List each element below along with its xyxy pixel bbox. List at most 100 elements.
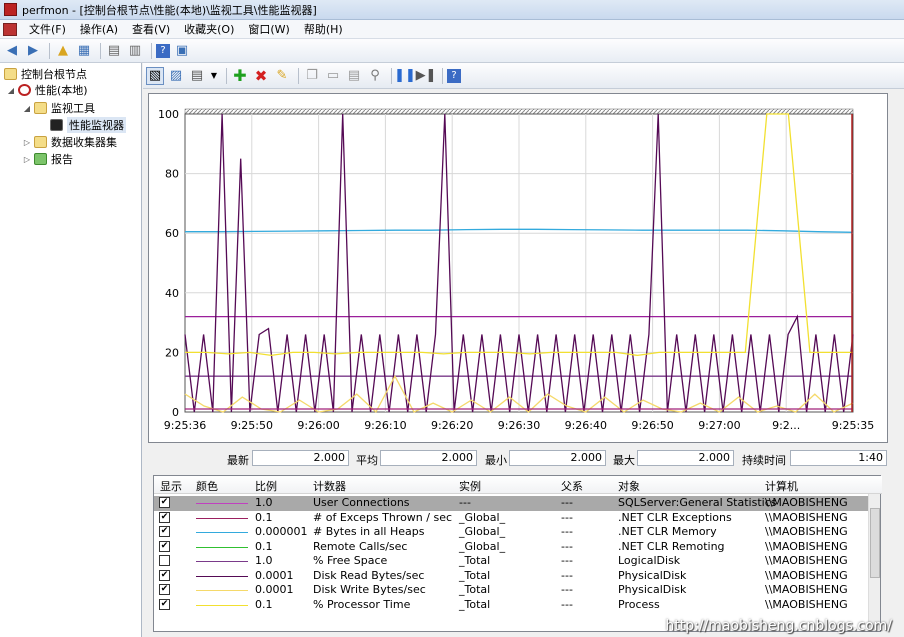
- tree-collector-sets-label: 数据收集器集: [51, 136, 117, 149]
- computer-cell: \\MAOBISHENG: [765, 597, 848, 611]
- object-cell: PhysicalDisk: [618, 568, 687, 582]
- parent-cell: ---: [561, 539, 573, 553]
- tree-perf-monitor[interactable]: 性能监视器: [50, 117, 126, 133]
- line-chart: 0 20 40 60 80 100 9:25:36 9:25:50 9:26:00 9:26:10…: [158, 108, 874, 432]
- col-counter[interactable]: 计数器: [313, 478, 346, 494]
- show-checkbox[interactable]: ✔: [159, 526, 170, 537]
- table-row[interactable]: 1.0 % Free Space _Total --- LogicalDisk \\MAO…: [154, 554, 869, 569]
- parent-cell: ---: [561, 496, 573, 509]
- export-list-icon[interactable]: ▥: [126, 42, 144, 60]
- show-hide-tree-icon[interactable]: ▦: [75, 42, 93, 60]
- update-data-icon[interactable]: ▶❚: [416, 67, 437, 85]
- view-log-data-icon[interactable]: ▨: [167, 67, 185, 85]
- forward-arrow-icon[interactable]: ▶: [24, 42, 42, 60]
- scroll-thumb[interactable]: [870, 508, 880, 578]
- scale-cell: 1.0: [255, 496, 273, 509]
- help-icon[interactable]: ?: [156, 43, 170, 58]
- tree-root[interactable]: 控制台根节点: [4, 66, 87, 82]
- show-checkbox[interactable]: ✔: [159, 584, 170, 595]
- add-counter-icon[interactable]: ✚: [231, 66, 249, 85]
- collapse-arrow-icon[interactable]: ◢: [22, 104, 32, 113]
- scale-cell: 0.1: [255, 539, 273, 553]
- delete-counter-icon[interactable]: ✖: [252, 67, 270, 85]
- freeze-display-icon[interactable]: ❚❚: [394, 67, 416, 85]
- expand-arrow-icon[interactable]: ▷: [22, 138, 32, 147]
- menu-action[interactable]: 操作(A): [73, 21, 125, 37]
- computer-cell: \\MAOBISHENG: [765, 583, 848, 596]
- computer-cell: \\MAOBISHENG: [765, 568, 848, 582]
- highlight-icon[interactable]: ✎: [273, 67, 291, 85]
- table-row[interactable]: ✔ 0.1 # of Exceps Thrown / sec _Global_ ---.…: [154, 511, 869, 526]
- watermark: http://maobisheng.cnblogs.com/: [665, 618, 892, 634]
- min-label: 最小: [485, 454, 507, 467]
- show-checkbox[interactable]: ✔: [159, 497, 170, 508]
- collapse-arrow-icon[interactable]: ◢: [6, 86, 16, 95]
- last-label: 最新: [227, 454, 249, 467]
- table-scrollbar[interactable]: [868, 494, 880, 631]
- table-row[interactable]: ✔ 0.1 Remote Calls/sec _Global_ --- .NET CLR …: [154, 540, 869, 555]
- properties-icon[interactable]: ▤: [105, 42, 123, 60]
- menu-favorites[interactable]: 收藏夹(O): [177, 21, 241, 37]
- col-instance[interactable]: 实例: [459, 478, 481, 494]
- scale-cell: 0.0001: [255, 568, 294, 582]
- toolbar-separator: [226, 67, 227, 84]
- show-checkbox[interactable]: ✔: [159, 598, 170, 610]
- col-color[interactable]: 颜色: [196, 478, 218, 494]
- object-cell: SQLServer:General Statistics: [618, 496, 777, 509]
- up-folder-icon[interactable]: ▲: [54, 42, 72, 60]
- instance-cell: _Global_: [459, 525, 506, 538]
- col-computer[interactable]: 计算机: [765, 478, 798, 494]
- max-label: 最大: [613, 454, 635, 467]
- table-row[interactable]: ✔ 0.0001 Disk Read Bytes/sec _Total --- Physi…: [154, 569, 869, 584]
- table-row[interactable]: ✔ 0.000001 # Bytes in all Heaps _Global_ ---…: [154, 525, 869, 540]
- duration-value: 1:40: [790, 450, 887, 466]
- copy-properties-icon[interactable]: ❐: [303, 67, 321, 85]
- counter-table: 显示 颜色 比例 计数器 实例 父系 对象 计算机 ✔ 1.0 User Conne…: [153, 475, 882, 632]
- show-checkbox[interactable]: [159, 555, 170, 566]
- menu-window[interactable]: 窗口(W): [241, 21, 296, 37]
- paste-counter-icon[interactable]: ▭: [324, 67, 342, 85]
- table-row[interactable]: ✔ 1.0 User Connections --- --- SQLServer:Gene…: [154, 496, 869, 511]
- menu-help[interactable]: 帮助(H): [297, 21, 350, 37]
- scale-cell: 0.000001: [255, 525, 308, 538]
- object-cell: .NET CLR Exceptions: [618, 510, 732, 524]
- x-tick-label: 9:25:35: [832, 419, 874, 432]
- counter-cell: Remote Calls/sec: [313, 539, 408, 553]
- menu-view[interactable]: 查看(V): [125, 21, 177, 37]
- folder-icon: [4, 68, 17, 80]
- x-tick-label: 9:27:00: [698, 419, 740, 432]
- view-icon[interactable]: ▣: [173, 42, 191, 60]
- zoom-icon[interactable]: ⚲: [366, 67, 384, 85]
- menu-file[interactable]: 文件(F): [22, 21, 73, 37]
- toolbar-separator: [442, 67, 443, 84]
- avg-label: 平均: [356, 454, 378, 467]
- back-arrow-icon[interactable]: ◀: [3, 42, 21, 60]
- properties-icon[interactable]: ▤: [345, 67, 363, 85]
- col-show[interactable]: 显示: [160, 478, 182, 494]
- console-icon[interactable]: [3, 22, 17, 36]
- expand-arrow-icon[interactable]: ▷: [22, 155, 32, 164]
- table-row[interactable]: ✔ 0.0001 Disk Write Bytes/sec _Total --- Phys…: [154, 583, 869, 598]
- x-tick-label: 9:26:30: [498, 419, 540, 432]
- tree-reports[interactable]: ▷ 报告: [22, 151, 73, 167]
- tree-collector-sets[interactable]: ▷ 数据收集器集: [22, 134, 117, 150]
- show-checkbox[interactable]: ✔: [159, 511, 170, 523]
- col-scale[interactable]: 比例: [255, 478, 277, 494]
- instance-cell: _Total: [459, 568, 491, 582]
- parent-cell: ---: [561, 568, 573, 582]
- col-object[interactable]: 对象: [618, 478, 640, 494]
- show-checkbox[interactable]: ✔: [159, 569, 170, 581]
- view-current-activity-icon[interactable]: ▧: [146, 66, 164, 85]
- color-swatch: [196, 517, 248, 519]
- change-graph-type-icon[interactable]: ▤: [188, 67, 206, 85]
- x-tick-label: 9:26:40: [565, 419, 607, 432]
- col-parent[interactable]: 父系: [561, 478, 583, 494]
- table-row[interactable]: ✔ 0.1 % Processor Time _Total --- Process \\MA…: [154, 598, 869, 613]
- help-icon[interactable]: ?: [447, 68, 461, 83]
- x-tick-label: 9:26:20: [431, 419, 473, 432]
- dropdown-arrow-icon[interactable]: ▼: [209, 67, 219, 85]
- show-checkbox[interactable]: ✔: [159, 540, 170, 552]
- tree-perf[interactable]: ◢ 性能(本地): [6, 82, 88, 98]
- report-icon: [34, 153, 47, 165]
- tree-monitor-tools[interactable]: ◢ 监视工具: [22, 100, 95, 116]
